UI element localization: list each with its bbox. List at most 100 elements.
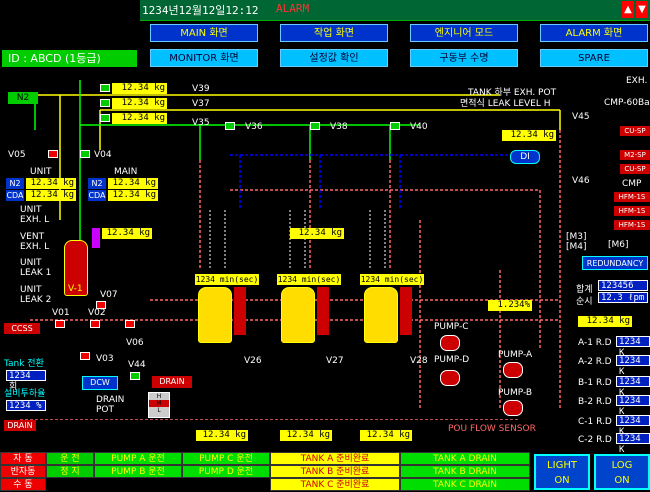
- pou-flow-sensor-label: POU FLOW SENSOR: [448, 424, 536, 434]
- pump-a-run-button[interactable]: PUMP A 운전: [94, 452, 182, 465]
- valve-v44[interactable]: [130, 372, 140, 380]
- readout-bottom-3: 12.34 kg: [360, 430, 412, 441]
- m2-sp-label: M2-SP: [620, 150, 650, 160]
- setting-check-button[interactable]: 설정값 확인: [280, 49, 388, 67]
- m3-label: [M3]: [566, 232, 587, 242]
- pump-a-label: PUMP-A: [498, 350, 533, 360]
- tank-b-drain-button[interactable]: TANK B DRAIN: [400, 465, 530, 478]
- leak-level-label: 면적식 LEAK LEVEL H: [460, 99, 551, 109]
- pump-d-run-button[interactable]: PUMP D 운전: [182, 465, 270, 478]
- valve-v40[interactable]: [390, 122, 400, 130]
- rd-c2-value: 1234 K: [616, 433, 650, 455]
- readout-3: 12.34 kg: [112, 113, 167, 124]
- rd-c2-label: C-2 R.D: [578, 435, 612, 445]
- run-button[interactable]: 운 전: [46, 452, 94, 465]
- tank-b-ready-button[interactable]: TANK B 준비완료: [270, 465, 400, 478]
- pump-d[interactable]: [440, 370, 460, 386]
- readout-upper-right: 12.34 kg: [502, 130, 556, 141]
- readout-2: 12.34 kg: [112, 98, 167, 109]
- ccss-label: CCSS: [4, 323, 40, 334]
- dcw-label: DCW: [82, 376, 118, 390]
- drain-out-label: DRAIN: [152, 376, 192, 388]
- tank-c-ready-button[interactable]: TANK C 준비완료: [270, 478, 400, 491]
- cmp-60bar-label: CMP-60Ba: [604, 98, 650, 108]
- tank-b[interactable]: [281, 287, 315, 343]
- main-screen-button[interactable]: MAIN 화면: [150, 24, 258, 42]
- alarm-indicator[interactable]: ALARM: [276, 2, 309, 15]
- pump-a[interactable]: [503, 362, 523, 378]
- valve-label-v04: V04: [94, 150, 112, 160]
- mode-semi-auto-button[interactable]: 반자동: [0, 465, 46, 478]
- work-screen-button[interactable]: 작업 화면: [280, 24, 388, 42]
- valve-v38[interactable]: [310, 122, 320, 130]
- exh-label: EXH.: [626, 76, 648, 86]
- valve-label-v01: V01: [52, 308, 70, 318]
- tank-c-drain-button[interactable]: TANK C DRAIN: [400, 478, 530, 491]
- light-on-button[interactable]: LIGHT ON: [534, 454, 590, 490]
- valve-label-v44: V44: [128, 360, 146, 370]
- valve-label-v28: V28: [410, 356, 428, 366]
- rd-b2-value: 1234 K: [616, 395, 650, 417]
- mode-auto-button[interactable]: 자 동: [0, 452, 46, 465]
- hfm-1: HFM-1S: [614, 192, 650, 202]
- valve-v01[interactable]: [55, 320, 65, 328]
- valve-v37[interactable]: [100, 99, 110, 107]
- rd-b1-value: 1234 K: [616, 376, 650, 398]
- stop-button[interactable]: 정 지: [46, 465, 94, 478]
- rd-b1-label: B-1 R.D: [578, 378, 612, 388]
- pump-b-run-button[interactable]: PUMP B 운전: [94, 465, 182, 478]
- cda-unit-label: CDA: [6, 190, 24, 201]
- monitor-screen-button[interactable]: MONITOR 화면: [150, 49, 258, 67]
- readout-right: 12.34 kg: [578, 316, 632, 327]
- actuator-life-button[interactable]: 구동부 수명: [410, 49, 518, 67]
- n2-main-label: N2: [88, 178, 106, 189]
- pump-b[interactable]: [503, 400, 523, 416]
- log-on-button[interactable]: LOG ON: [594, 454, 650, 490]
- main-label: MAIN: [114, 167, 138, 177]
- tank-a-ready-button[interactable]: TANK A 준비완료: [270, 452, 400, 465]
- valve-v39[interactable]: [100, 84, 110, 92]
- valve-label-v45: V45: [572, 112, 590, 122]
- tank-c-level: [400, 287, 412, 335]
- drain-pot-label: DRAIN POT: [96, 395, 125, 415]
- valve-v05[interactable]: [48, 150, 58, 158]
- unit-leak2-label: UNIT LEAK 2: [20, 285, 52, 305]
- total-value: 123456: [598, 280, 648, 291]
- valve-label-v02: V02: [88, 308, 106, 318]
- n2-unit-value: 12.34 kg: [26, 178, 76, 189]
- engineer-mode-button[interactable]: 엔지니어 모드: [410, 24, 518, 42]
- tank-c[interactable]: [364, 287, 398, 343]
- redundancy-button[interactable]: REDUNDANCY: [582, 256, 648, 270]
- pump-c-run-button[interactable]: PUMP C 운전: [182, 452, 270, 465]
- valve-v03[interactable]: [80, 352, 90, 360]
- mode-manual-button[interactable]: 수 동: [0, 478, 46, 491]
- n2-unit-label: N2: [6, 178, 24, 189]
- valve-v02[interactable]: [90, 320, 100, 328]
- valve-label-v39: V39: [192, 84, 210, 94]
- tank-b-timer: 1234 min(sec): [277, 274, 341, 285]
- tank-a-drain-button[interactable]: TANK A DRAIN: [400, 452, 530, 465]
- valve-v36[interactable]: [225, 122, 235, 130]
- readout-bottom-1: 12.34 kg: [196, 430, 248, 441]
- cda-main-label: CDA: [88, 190, 106, 201]
- reuse-rate-value: 1234 %: [6, 400, 46, 411]
- valve-v35[interactable]: [100, 114, 110, 122]
- tank-a[interactable]: [198, 287, 232, 343]
- valve-v06[interactable]: [125, 320, 135, 328]
- level-l: L: [157, 407, 161, 414]
- valve-label-v36: V36: [245, 122, 263, 132]
- scroll-up-button[interactable]: ▲: [622, 1, 634, 18]
- m6-label: [M6]: [608, 240, 629, 250]
- scroll-down-button[interactable]: ▼: [636, 1, 648, 18]
- rd-c1-label: C-1 R.D: [578, 417, 612, 427]
- cu-sp-label: CU-SP: [620, 126, 650, 136]
- hfm-2: HFM-1S: [614, 206, 650, 216]
- valve-label-v37: V37: [192, 99, 210, 109]
- tank-switch-count: 1234 회: [6, 370, 46, 392]
- valve-label-v27: V27: [326, 356, 344, 366]
- valve-v04[interactable]: [80, 150, 90, 158]
- cu-sp2-label: CU-SP: [620, 164, 650, 174]
- alarm-screen-button[interactable]: ALARM 화면: [540, 24, 648, 42]
- spare-button[interactable]: SPARE: [540, 49, 648, 67]
- pump-c[interactable]: [440, 335, 460, 351]
